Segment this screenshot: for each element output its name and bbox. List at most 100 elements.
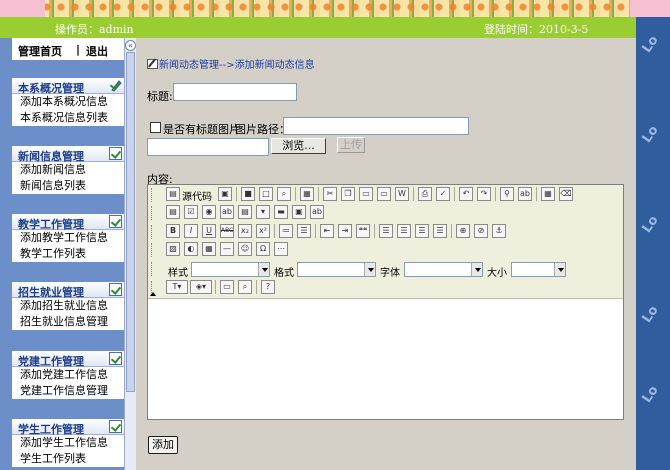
templates-icon[interactable]: ▦ [300, 187, 314, 201]
strikethrough-icon[interactable]: ABC [220, 224, 234, 238]
help-icon[interactable]: ? [261, 280, 275, 294]
paste-text-icon[interactable]: ▭ [377, 187, 391, 201]
form-textarea-icon[interactable]: ▤ [238, 205, 252, 219]
editor-content-area[interactable] [148, 300, 623, 419]
copy-icon[interactable]: ❐ [341, 187, 355, 201]
sidebar-scrollbar[interactable]: « [124, 38, 136, 470]
sidebar-item-student-list[interactable]: 学生工作列表 [12, 451, 124, 467]
blockquote-icon[interactable]: ❝❝ [356, 224, 370, 238]
indent-icon[interactable]: ⇥ [338, 224, 352, 238]
sidebar-section-header[interactable]: 党建工作管理 [12, 351, 124, 368]
smiley-icon[interactable]: ☺ [238, 242, 252, 256]
form-textfield-icon[interactable]: ab [220, 205, 234, 219]
form-icon[interactable]: ▤ [166, 205, 180, 219]
sidebar-item-add-student[interactable]: 添加学生工作信息 [12, 435, 124, 451]
collapse-icon[interactable]: « [125, 40, 136, 51]
breadcrumb-text[interactable]: 新闻动态管理-->添加新闻动态信息 [159, 60, 315, 71]
title-input[interactable] [173, 83, 297, 101]
sidebar-section-header[interactable]: 招生就业管理 [12, 282, 124, 299]
italic-icon[interactable]: I [184, 224, 198, 238]
sidebar-item-add-admission[interactable]: 添加招生就业信息 [12, 298, 124, 314]
align-justify-icon[interactable]: ☰ [433, 224, 447, 238]
form-button-icon[interactable]: ▬ [274, 205, 288, 219]
cut-icon[interactable]: ✂ [323, 187, 337, 201]
print-preview-icon[interactable]: ⌕ [277, 187, 291, 201]
align-center-icon[interactable]: ☰ [397, 224, 411, 238]
collapse-toolbar-icon[interactable] [150, 289, 156, 296]
anchor-icon[interactable]: ⚓ [492, 224, 506, 238]
ordered-list-icon[interactable]: ≔ [279, 224, 293, 238]
show-blocks-icon[interactable]: ⌕ [238, 280, 252, 294]
browse-button[interactable]: 浏览... [271, 138, 326, 154]
form-hidden-icon[interactable]: ab [310, 205, 324, 219]
upload-button[interactable]: 上传 [337, 137, 365, 153]
style-select[interactable] [191, 262, 270, 277]
form-radio-icon[interactable]: ◉ [202, 205, 216, 219]
form-checkbox-icon[interactable]: ☑ [184, 205, 198, 219]
find-icon[interactable]: ⚲ [500, 187, 514, 201]
sidebar-section-title: 本系概况管理 [18, 82, 84, 95]
format-select[interactable] [297, 262, 376, 277]
source-icon[interactable]: ▤ [166, 187, 180, 201]
redo-icon[interactable]: ↷ [477, 187, 491, 201]
sidebar-section-header[interactable]: 学生工作管理 [12, 419, 124, 436]
has-image-checkbox[interactable] [150, 122, 161, 133]
file-input[interactable] [147, 138, 269, 156]
preview-icon[interactable]: ▣ [218, 187, 232, 201]
align-right-icon[interactable]: ☰ [415, 224, 429, 238]
table-icon[interactable]: ▦ [202, 242, 216, 256]
sidebar-item-add-teaching[interactable]: 添加教学工作信息 [12, 230, 124, 246]
replace-icon[interactable]: ab [518, 187, 532, 201]
submit-button[interactable]: 添加 [148, 436, 178, 454]
select-all-icon[interactable]: ▦ [541, 187, 555, 201]
sidebar-item-teaching-list[interactable]: 教学工作列表 [12, 246, 124, 262]
spellcheck-icon[interactable]: ✓ [436, 187, 450, 201]
sidebar-section-header[interactable]: 教学工作管理 [12, 214, 124, 231]
size-select[interactable] [511, 262, 566, 277]
form-select-icon[interactable]: ▾ [256, 205, 270, 219]
font-select[interactable] [404, 262, 483, 277]
image-icon[interactable]: ▨ [166, 242, 180, 256]
link-icon[interactable]: ⊕ [456, 224, 470, 238]
text-color-icon[interactable]: T▾ [166, 280, 188, 294]
align-left-icon[interactable]: ☰ [379, 224, 393, 238]
page-break-icon[interactable]: ⋯ [274, 242, 288, 256]
paste-word-icon[interactable]: W [395, 187, 409, 201]
sidebar-section-header[interactable]: 本系概况管理 [12, 78, 124, 95]
subscript-icon[interactable]: x₂ [238, 224, 252, 238]
checkbox-icon [109, 352, 122, 365]
save-icon[interactable]: ■ [241, 187, 255, 201]
unlink-icon[interactable]: ⊘ [474, 224, 488, 238]
background-color-icon[interactable]: ◈▾ [190, 280, 212, 294]
remove-format-icon[interactable]: ⌫ [559, 187, 573, 201]
sidebar-item-admission-manage[interactable]: 招生就业信息管理 [12, 314, 124, 330]
sidebar-item-news-list[interactable]: 新闻信息列表 [12, 178, 124, 194]
banner-decoration-left [0, 0, 45, 17]
underline-icon[interactable]: U [202, 224, 216, 238]
outdent-icon[interactable]: ⇤ [320, 224, 334, 238]
bold-icon[interactable]: B [166, 224, 180, 238]
sidebar-item-add-news[interactable]: 添加新闻信息 [12, 162, 124, 178]
logout-link[interactable]: 退出 [86, 43, 108, 59]
scrollbar-thumb[interactable] [126, 52, 135, 392]
new-page-icon[interactable]: □ [259, 187, 273, 201]
sidebar-item-overview-list[interactable]: 本系概况信息列表 [12, 110, 124, 126]
horizontal-rule-icon[interactable]: — [220, 242, 234, 256]
print-icon[interactable]: ⎙ [418, 187, 432, 201]
home-link[interactable]: 管理首页 [18, 43, 62, 59]
sidebar-item-add-overview[interactable]: 添加本系概况信息 [12, 94, 124, 110]
form-image-button-icon[interactable]: ▣ [292, 205, 306, 219]
sidebar-section-items: 添加招生就业信息 招生就业信息管理 [12, 298, 124, 330]
unordered-list-icon[interactable]: ☰ [297, 224, 311, 238]
flash-icon[interactable]: ◐ [184, 242, 198, 256]
sidebar-item-party-manage[interactable]: 党建工作信息管理 [12, 383, 124, 399]
superscript-icon[interactable]: x² [256, 224, 270, 238]
special-char-icon[interactable]: Ω [256, 242, 270, 256]
paste-icon[interactable]: ▭ [359, 187, 373, 201]
maximize-icon[interactable]: ▭ [220, 280, 234, 294]
undo-icon[interactable]: ↶ [459, 187, 473, 201]
sidebar-section-header[interactable]: 新闻信息管理 [12, 146, 124, 163]
source-label[interactable]: 源代码 [182, 188, 212, 203]
sidebar-item-add-party[interactable]: 添加党建工作信息 [12, 367, 124, 383]
image-path-input[interactable] [283, 117, 469, 135]
